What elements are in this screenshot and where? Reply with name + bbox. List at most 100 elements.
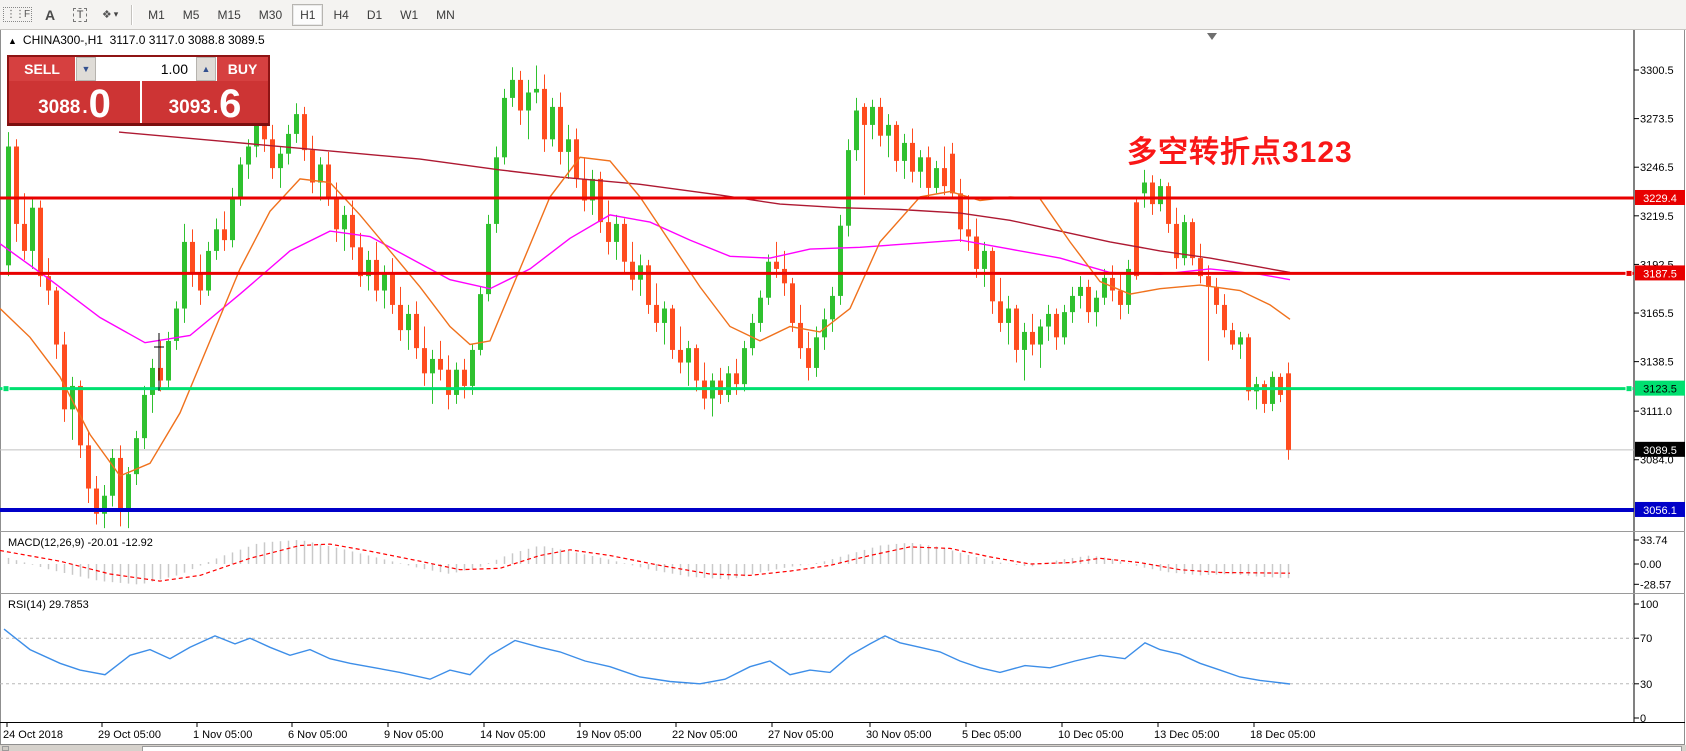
candle-body xyxy=(1022,332,1027,350)
candle-body xyxy=(382,273,387,291)
time-axis-label: 14 Nov 05:00 xyxy=(480,729,545,741)
macd-axis-tick: -28.57 xyxy=(1640,579,1671,591)
candle-body xyxy=(1262,384,1267,404)
one-click-trading-panel: SELL ▼ 1.00 ▲ BUY 3088 . 0 3093 . 6 xyxy=(7,55,270,126)
buy-price-dot: . xyxy=(213,98,218,117)
volume-decrease-button[interactable]: ▼ xyxy=(76,57,96,81)
chart-grid-f-button[interactable]: ⋮⋮F xyxy=(2,3,33,27)
candle-body xyxy=(318,165,323,183)
objects-menu-button[interactable]: ❖ ▾ xyxy=(97,3,123,27)
candle-body xyxy=(326,165,331,197)
buy-price-main: 3093 xyxy=(169,98,211,117)
axis-label-text: 3123.5 xyxy=(1643,384,1677,396)
time-axis-label: 9 Nov 05:00 xyxy=(384,729,443,741)
bottom-status-box xyxy=(142,746,1682,751)
macd-axis-tick: 33.74 xyxy=(1640,535,1668,547)
candle-body xyxy=(1278,377,1283,395)
sell-price-box[interactable]: 3088 . 0 xyxy=(9,81,142,123)
timeframe-d1[interactable]: D1 xyxy=(359,4,390,26)
line-drag-handle xyxy=(1626,270,1632,276)
candle-body xyxy=(1190,222,1195,258)
time-axis-label: 22 Nov 05:00 xyxy=(672,729,737,741)
candle-body xyxy=(622,224,627,262)
candle-body xyxy=(414,314,419,348)
candle-body xyxy=(62,345,67,410)
macd-axis-tick: 0.00 xyxy=(1640,559,1661,571)
candle-body xyxy=(1238,337,1243,344)
candle-body xyxy=(150,368,155,395)
insert-text-button[interactable]: A xyxy=(37,3,63,27)
candle-body xyxy=(1214,287,1219,305)
candle-body xyxy=(878,107,883,136)
candle-body xyxy=(566,139,571,152)
candle-body xyxy=(174,309,179,341)
rsi-axis-tick: 100 xyxy=(1640,599,1658,611)
candle-body xyxy=(6,147,11,266)
candle-body xyxy=(982,251,987,269)
arrow-down-icon: ▼ xyxy=(82,64,91,74)
timeframe-m5[interactable]: M5 xyxy=(175,4,208,26)
candle-body xyxy=(646,265,651,305)
candle-body xyxy=(886,125,891,136)
price-axis-tick: 3111.0 xyxy=(1640,406,1672,418)
volume-increase-button[interactable]: ▲ xyxy=(196,57,216,81)
price-axis-tick: 3300.5 xyxy=(1640,65,1674,77)
candle-body xyxy=(1030,332,1035,345)
buy-price-box[interactable]: 3093 . 6 xyxy=(142,81,268,123)
timeframe-m15[interactable]: M15 xyxy=(209,4,248,26)
candle-body xyxy=(1182,222,1187,258)
candle-body xyxy=(686,348,691,362)
sell-button[interactable]: SELL xyxy=(9,57,76,81)
time-axis-label: 5 Dec 05:00 xyxy=(962,729,1021,741)
candle-body xyxy=(14,147,19,224)
timeframe-m1[interactable]: M1 xyxy=(140,4,173,26)
time-axis-label: 27 Nov 05:00 xyxy=(768,729,833,741)
candle-body xyxy=(870,107,875,125)
candle-body xyxy=(1286,373,1291,450)
candle-body xyxy=(542,89,547,139)
candle-body xyxy=(1054,314,1059,337)
candle-body xyxy=(422,348,427,373)
timeframe-m30[interactable]: M30 xyxy=(251,4,290,26)
candle-body xyxy=(38,208,43,276)
candle-body xyxy=(494,157,499,224)
candle-body xyxy=(790,283,795,323)
candle-body xyxy=(1086,287,1091,312)
candle-body xyxy=(662,309,667,323)
candle-body xyxy=(182,242,187,309)
timeframe-w1[interactable]: W1 xyxy=(392,4,426,26)
candle-body xyxy=(278,154,283,168)
candle-body xyxy=(222,229,227,240)
buy-button[interactable]: BUY xyxy=(216,57,268,81)
buy-price-big-digit: 6 xyxy=(219,88,241,121)
candle-body xyxy=(398,305,403,330)
timeframe-h4[interactable]: H4 xyxy=(325,4,356,26)
bottom-strip xyxy=(0,745,1686,751)
candle-body xyxy=(670,309,675,350)
candle-body xyxy=(614,224,619,242)
sell-price-main: 3088 xyxy=(38,98,80,117)
candle-body xyxy=(1110,278,1115,291)
ma-slow-line xyxy=(119,132,1290,272)
timeframe-mn[interactable]: MN xyxy=(428,4,463,26)
candle-body xyxy=(1014,309,1019,350)
candle-body xyxy=(1150,183,1155,205)
candle-body xyxy=(950,154,955,194)
candle-body xyxy=(694,348,699,380)
chart-annotation-text: 多空转折点3123 xyxy=(1127,127,1353,171)
candle-body xyxy=(830,296,835,319)
volume-input[interactable]: 1.00 xyxy=(96,57,196,81)
candle-body xyxy=(558,107,563,152)
text-label-button[interactable]: T xyxy=(67,3,93,27)
time-axis-label: 30 Nov 05:00 xyxy=(866,729,931,741)
collapse-arrow-icon: ▲ xyxy=(8,36,17,46)
candle-body xyxy=(438,359,443,370)
candle-body xyxy=(1070,296,1075,312)
candle-body xyxy=(502,98,507,157)
candle-body xyxy=(926,157,931,188)
timeframe-h1[interactable]: H1 xyxy=(292,4,323,26)
candle-body xyxy=(782,269,787,283)
sell-price-big-digit: 0 xyxy=(89,88,111,121)
candle-body xyxy=(246,147,251,165)
candle-body xyxy=(342,215,347,229)
